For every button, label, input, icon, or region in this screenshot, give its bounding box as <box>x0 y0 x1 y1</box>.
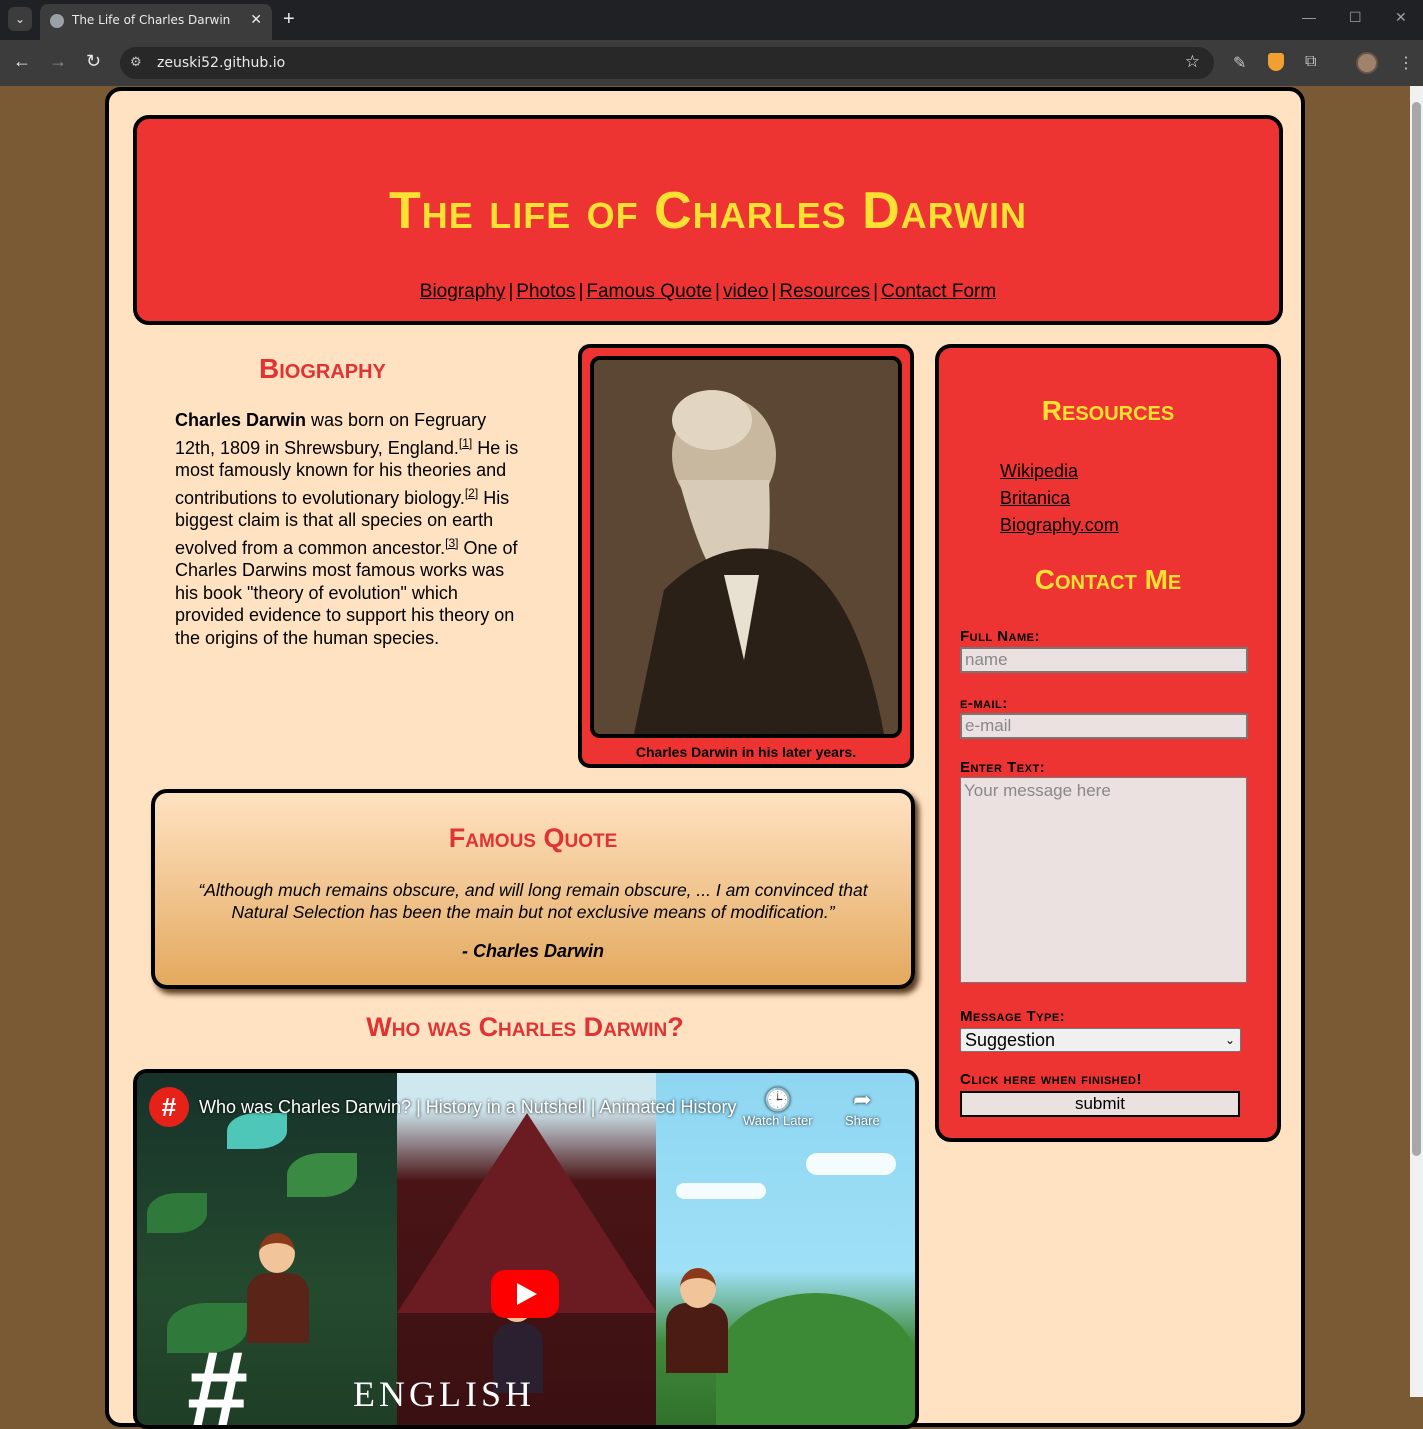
share-arrow-icon: ➦ <box>853 1087 872 1112</box>
list-item: Wikipedia <box>1000 458 1119 485</box>
full-name-input[interactable]: name <box>960 647 1248 673</box>
message-textarea[interactable]: Your message here <box>960 777 1247 983</box>
biography-text: Charles Darwin was born on Fegruary 12th… <box>175 409 527 649</box>
tab-close-icon[interactable]: ✕ <box>250 11 262 28</box>
back-button[interactable]: ← <box>13 51 31 72</box>
quote-author: - Charles Darwin <box>461 941 605 961</box>
play-button-icon[interactable] <box>491 1270 559 1318</box>
nav-link-contact-form[interactable]: Contact Form <box>881 281 996 302</box>
brave-shield-icon[interactable] <box>1268 53 1284 71</box>
quote-heading: Famous Quote <box>448 823 618 853</box>
tab-title: The Life of Charles Darwin <box>72 13 231 27</box>
resources-heading: Resources <box>1041 395 1175 426</box>
watch-later-button[interactable]: 🕒 Watch Later <box>743 1087 813 1128</box>
message-label: Enter Text: <box>960 759 1046 776</box>
biography-name: Charles Darwin <box>175 410 307 430</box>
browser-tab-bar: ⌄ The Life of Charles Darwin ✕ + — ☐ ✕ <box>0 0 1423 40</box>
reference-link[interactable]: [2] <box>465 486 478 500</box>
scrollbar-thumb[interactable] <box>1412 102 1421 1156</box>
nav-link-photos[interactable]: Photos <box>516 281 575 302</box>
tab-search-button[interactable]: ⌄ <box>8 7 32 31</box>
biography-heading: Biography <box>259 353 386 384</box>
globe-icon <box>50 14 64 28</box>
finish-label: Click here when finished! <box>960 1071 1142 1088</box>
reload-button[interactable]: ↻ <box>86 51 101 72</box>
video-title[interactable]: Who was Charles Darwin? | History in a N… <box>199 1097 737 1118</box>
nav-link-biography[interactable]: Biography <box>420 281 506 302</box>
video-brand-text: ENGLISH <box>353 1374 535 1414</box>
pen-extension-icon[interactable]: ✎ <box>1233 53 1246 73</box>
site-header: The life of Charles Darwin Biography | Pho… <box>133 115 1283 325</box>
youtube-video-embed[interactable]: # Who was Charles Darwin? | History in a… <box>133 1069 919 1429</box>
extensions-puzzle-icon[interactable]: ⧉ <box>1305 53 1316 71</box>
nav-link-video[interactable]: video <box>723 281 768 302</box>
nav-link-resources[interactable]: Resources <box>779 281 870 302</box>
famous-quote-box: Famous Quote “Although much remains obsc… <box>151 789 915 989</box>
profile-avatar[interactable] <box>1356 52 1378 74</box>
resources-list: Wikipedia Britanica Biography.com <box>1000 458 1119 539</box>
clock-icon: 🕒 <box>764 1087 792 1112</box>
reference-link[interactable]: [3] <box>445 536 458 550</box>
channel-logo-icon[interactable]: # <box>149 1087 189 1127</box>
darwin-portrait-illustration <box>594 360 898 734</box>
maximize-button[interactable]: ☐ <box>1349 9 1362 26</box>
reference-link[interactable]: [1] <box>459 436 472 450</box>
message-type-label: Message Type: <box>960 1008 1066 1025</box>
submit-button[interactable]: submit <box>960 1091 1240 1117</box>
chevron-down-icon: ⌄ <box>1224 1033 1235 1047</box>
browser-tab[interactable]: The Life of Charles Darwin ✕ <box>40 4 272 40</box>
resource-link-biography[interactable]: Biography.com <box>1000 515 1119 535</box>
contact-heading: Contact Me <box>1034 564 1182 595</box>
page-scrollbar[interactable] <box>1410 86 1423 1397</box>
bookmark-star-icon[interactable]: ☆ <box>1185 52 1200 72</box>
video-heading: Who was Charles Darwin? <box>366 1012 684 1042</box>
share-label: Share <box>845 1113 880 1128</box>
resource-link-britanica[interactable]: Britanica <box>1000 488 1070 508</box>
nav-separator: | <box>508 281 514 302</box>
resource-link-wikipedia[interactable]: Wikipedia <box>1000 461 1078 481</box>
forward-button[interactable]: → <box>49 51 67 72</box>
site-info-icon[interactable]: ⚙ <box>130 54 142 70</box>
nav-separator: | <box>873 281 879 302</box>
watch-later-label: Watch Later <box>743 1113 813 1128</box>
list-item: Biography.com <box>1000 512 1119 539</box>
menu-dots-icon[interactable]: ⋮ <box>1398 53 1414 73</box>
photo-frame: Charles Darwin in his later years. <box>578 344 914 768</box>
url-text[interactable]: zeuski52.github.io <box>157 55 285 71</box>
new-tab-button[interactable]: + <box>283 8 295 31</box>
browser-toolbar: ← → ↻ ⚙ zeuski52.github.io ☆ ✎ ⧉ ⋮ <box>0 40 1423 86</box>
nav-separator: | <box>578 281 584 302</box>
full-name-label: Full Name: <box>960 628 1040 645</box>
main-nav: Biography | Photos | Famous Quote | video | Reso… <box>137 281 1279 303</box>
nav-separator: | <box>771 281 777 302</box>
site-title: The life of Charles Darwin <box>389 182 1027 240</box>
channel-hash-logo: # <box>187 1329 249 1429</box>
sidebar: Resources Wikipedia Britanica Biography.… <box>935 344 1281 1142</box>
minimize-button[interactable]: — <box>1302 9 1316 25</box>
email-label: e-mail: <box>960 695 1008 712</box>
nav-link-famous-quote[interactable]: Famous Quote <box>586 281 712 302</box>
close-window-button[interactable]: ✕ <box>1395 9 1407 26</box>
nav-separator: | <box>715 281 720 302</box>
quote-text: “Although much remains obscure, and will… <box>198 880 868 922</box>
message-type-value: Suggestion <box>965 1030 1056 1050</box>
photo-caption: Charles Darwin in his later years. <box>635 744 857 760</box>
page-container: The life of Charles Darwin Biography | Pho… <box>105 87 1305 1429</box>
list-item: Britanica <box>1000 485 1119 512</box>
email-input[interactable]: e-mail <box>960 713 1248 739</box>
message-type-select[interactable]: Suggestion ⌄ <box>960 1028 1241 1052</box>
darwin-portrait-photo <box>590 356 902 738</box>
address-bar[interactable]: ⚙ zeuski52.github.io ☆ <box>120 47 1214 79</box>
share-button[interactable]: ➦ Share <box>845 1087 880 1128</box>
